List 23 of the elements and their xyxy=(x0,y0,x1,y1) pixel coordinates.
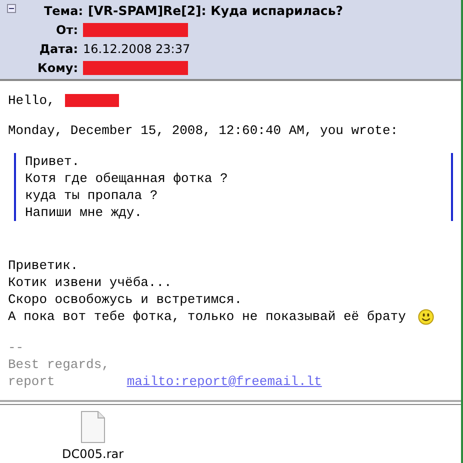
quoted-text: Привет. xyxy=(25,153,81,170)
message-text: Приветик. xyxy=(8,257,78,274)
quoted-text: куда ты пропала ? xyxy=(25,187,159,204)
quoted-text: Котя где обещанная фотка ? xyxy=(25,170,229,187)
signature-text: Best regards, xyxy=(8,356,110,373)
message-text: А пока вот тебе фотка, только не показывай её брату xyxy=(8,308,406,325)
attachment-name[interactable]: DC005.rar xyxy=(62,447,124,461)
message-text: Котик извени учёба... xyxy=(8,274,172,291)
email-link[interactable]: mailto:report@freemail.lt xyxy=(126,373,322,390)
message-text: Скоро освобожусь и встретимся. xyxy=(8,291,242,308)
field-label: От: xyxy=(55,22,79,36)
collapse-icon[interactable] xyxy=(7,4,16,13)
field-label: Дата: xyxy=(38,42,79,56)
signature-text: -- xyxy=(8,339,25,356)
attribution-text: Monday, December 15, 2008, 12:60:40 AM, you wrote: xyxy=(8,122,400,139)
greeting-text: Hello, xyxy=(8,92,55,109)
smiley-icon xyxy=(418,308,434,324)
subject-text: [VR-SPAM]Re[2]: Куда испарилась? xyxy=(88,3,343,18)
field-label: Тема: xyxy=(42,4,84,18)
field-label: Кому: xyxy=(36,60,79,74)
signature-text: report xyxy=(8,373,55,390)
field-value: 16.12.2008 23:37 xyxy=(83,42,190,56)
quoted-text: Напиши мне жду. xyxy=(25,204,144,221)
